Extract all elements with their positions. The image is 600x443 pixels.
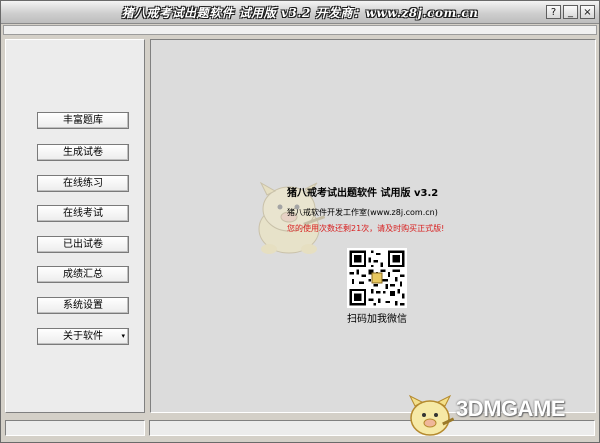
window-title: 猪八戒考试出题软件 试用版 v3.2 开发商：www.z8j.com.cn bbox=[121, 6, 479, 20]
online-practice-button[interactable]: 在线练习 bbox=[37, 175, 129, 192]
help-icon[interactable]: ? bbox=[546, 5, 561, 19]
minimize-icon[interactable]: _ bbox=[563, 5, 578, 19]
top-toolbar-strip bbox=[3, 25, 597, 35]
about-software-label: 关于软件 bbox=[63, 331, 103, 342]
pig-logo-icon bbox=[408, 394, 454, 436]
generate-paper-button[interactable]: 生成试卷 bbox=[37, 144, 129, 161]
watermark: 3DMGAME bbox=[404, 390, 600, 440]
qr-caption: 扫码加我微信 bbox=[347, 314, 407, 325]
main-panel: 猪八戒考试出题软件 试用版 v3.2 猪八戒软件开发工作室(www.z8j.co… bbox=[150, 39, 596, 413]
system-settings-button[interactable]: 系统设置 bbox=[37, 297, 129, 314]
close-icon[interactable]: × bbox=[580, 5, 595, 19]
vendor-info: 猪八戒软件开发工作室(www.z8j.com.cn) bbox=[287, 208, 438, 217]
app-window: 猪八戒考试出题软件 试用版 v3.2 开发商：www.z8j.com.cn ? … bbox=[0, 0, 600, 443]
watermark-text: 3DMGAME bbox=[456, 396, 565, 421]
status-cell-left bbox=[5, 420, 145, 436]
issued-papers-button[interactable]: 已出试卷 bbox=[37, 236, 129, 253]
sidebar: 丰富题库 生成试卷 在线练习 在线考试 已出试卷 成绩汇总 系统设置 关于软件 … bbox=[5, 39, 145, 413]
rich-question-bank-button[interactable]: 丰富题库 bbox=[37, 112, 129, 129]
product-title: 猪八戒考试出题软件 试用版 v3.2 bbox=[287, 188, 439, 199]
title-bar[interactable]: 猪八戒考试出题软件 试用版 v3.2 开发商：www.z8j.com.cn ? … bbox=[1, 1, 599, 24]
chevron-down-icon: ▾ bbox=[121, 332, 125, 340]
trial-warning: 您的使用次数还剩21次，请及时购买正式版! bbox=[287, 224, 445, 233]
qr-code-icon bbox=[347, 248, 407, 308]
score-summary-button[interactable]: 成绩汇总 bbox=[37, 266, 129, 283]
about-software-button[interactable]: 关于软件 ▾ bbox=[37, 328, 129, 345]
online-exam-button[interactable]: 在线考试 bbox=[37, 205, 129, 222]
